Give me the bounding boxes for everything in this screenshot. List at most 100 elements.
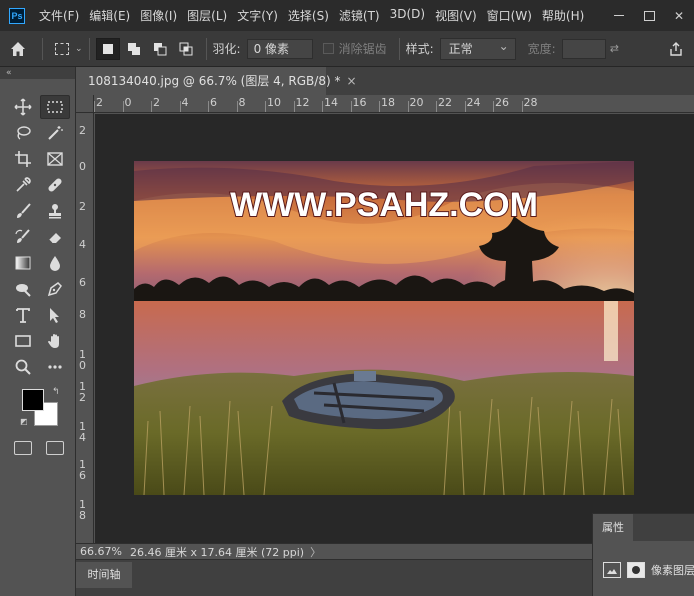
- ruler-label: 1 8: [79, 498, 86, 522]
- feather-input[interactable]: 0 像素: [246, 38, 313, 59]
- menu-item[interactable]: 视图(V): [431, 7, 481, 24]
- zoom-level[interactable]: 66.67%: [76, 545, 126, 558]
- ruler-tick: [265, 101, 266, 112]
- color-swatches: ↰ ◩: [20, 387, 64, 431]
- menu-item[interactable]: 图像(I): [136, 7, 181, 24]
- ruler-tick: [208, 101, 209, 112]
- maximize-button[interactable]: [634, 4, 664, 28]
- home-button[interactable]: [0, 31, 36, 67]
- hand-icon[interactable]: [40, 329, 70, 353]
- horizontal-ruler[interactable]: 2 0 2 4 6 8 10 12 14 16 18 20 22 24 26 28: [94, 95, 694, 113]
- ruler-label: 10: [267, 96, 281, 109]
- share-button[interactable]: [666, 39, 686, 59]
- properties-tab[interactable]: 属性: [593, 514, 633, 541]
- rectangle-icon[interactable]: [8, 329, 38, 353]
- menu-item[interactable]: 编辑(E): [85, 7, 134, 24]
- intersect-selection-icon: [179, 42, 193, 55]
- crop-icon[interactable]: [8, 147, 38, 171]
- eraser-icon[interactable]: [40, 225, 70, 249]
- default-colors-icon[interactable]: ◩: [20, 417, 28, 426]
- healing-icon[interactable]: [40, 173, 70, 197]
- close-tab-icon[interactable]: ×: [346, 74, 356, 88]
- move-icon[interactable]: [8, 95, 38, 119]
- timeline-tab[interactable]: 时间轴: [76, 562, 132, 588]
- ruler-tick: [122, 101, 124, 112]
- timeline-panel: 时间轴: [76, 559, 592, 596]
- swap-dimensions-icon[interactable]: ⇄: [610, 42, 619, 55]
- history-brush-icon[interactable]: [8, 225, 38, 249]
- subtract-selection-button[interactable]: [148, 38, 172, 60]
- menu-item[interactable]: 文件(F): [35, 7, 83, 24]
- ruler-label: 4: [79, 238, 86, 251]
- ruler-label: 1 0: [79, 348, 86, 372]
- ruler-corner[interactable]: [76, 95, 94, 113]
- collapse-toolbar-button[interactable]: «: [0, 67, 75, 79]
- eyedropper-icon[interactable]: [8, 173, 38, 197]
- canvas-image[interactable]: WWW.PSAHZ.COM: [134, 161, 634, 495]
- gradient-icon[interactable]: [8, 251, 38, 275]
- brush-icon[interactable]: [8, 199, 38, 223]
- ruler-tick: [436, 101, 437, 112]
- marquee-icon[interactable]: [40, 95, 70, 119]
- menu-item[interactable]: 图层(L): [183, 7, 231, 24]
- screen-mode-icon[interactable]: [46, 441, 64, 455]
- menu-item[interactable]: 滤镜(T): [335, 7, 384, 24]
- document-tab-bar: 108134040.jpg @ 66.7% (图层 4, RGB/8) * ×: [76, 67, 694, 95]
- more-icon[interactable]: [40, 355, 70, 379]
- ruler-label: 4: [181, 96, 189, 109]
- add-selection-button[interactable]: [122, 38, 146, 60]
- menu-item[interactable]: 选择(S): [284, 7, 333, 24]
- subtract-selection-icon: [153, 42, 167, 55]
- mask-icon[interactable]: [627, 562, 645, 578]
- type-icon[interactable]: [8, 303, 38, 327]
- ruler-tick: [407, 101, 409, 112]
- menu-items: 文件(F) 编辑(E) 图像(I) 图层(L) 文字(Y) 选择(S) 滤镜(T) 3D(D)…: [35, 7, 590, 24]
- properties-panel: 属性 像素图层: [592, 513, 694, 596]
- antialias-checkbox[interactable]: [322, 43, 334, 54]
- ruler-label: 8: [238, 96, 246, 109]
- bottom-tools: [14, 441, 64, 455]
- pixel-layer-icon[interactable]: [603, 562, 621, 578]
- ruler-tick: [236, 101, 238, 112]
- separator: [205, 37, 207, 60]
- document-tab[interactable]: 108134040.jpg @ 66.7% (图层 4, RGB/8) * ×: [76, 67, 357, 95]
- stamp-icon[interactable]: [40, 199, 70, 223]
- tool-preset-picker[interactable]: ⌄: [55, 42, 83, 55]
- dodge-icon[interactable]: [8, 277, 38, 301]
- pen-icon[interactable]: [40, 277, 70, 301]
- window-controls: ✕: [604, 0, 694, 31]
- minimize-button[interactable]: [604, 4, 634, 28]
- foreground-color-swatch[interactable]: [22, 389, 44, 411]
- ruler-label: 1 2: [79, 380, 86, 404]
- menu-item[interactable]: 帮助(H): [538, 7, 588, 24]
- ruler-label: 2: [79, 124, 86, 137]
- new-selection-button[interactable]: [95, 37, 120, 60]
- path-select-icon[interactable]: [40, 303, 70, 327]
- ruler-label: 12: [295, 96, 310, 109]
- photoshop-logo[interactable]: Ps: [9, 7, 25, 24]
- swap-colors-icon[interactable]: ↰: [52, 387, 60, 397]
- separator: [398, 37, 400, 60]
- lasso-icon[interactable]: [8, 121, 38, 145]
- chevron-down-icon: ⌄: [75, 43, 83, 54]
- properties-row: 像素图层: [603, 562, 694, 578]
- intersect-selection-button[interactable]: [174, 38, 198, 60]
- close-button[interactable]: ✕: [664, 4, 694, 28]
- ruler-label: 16: [352, 96, 367, 109]
- menu-item[interactable]: 3D(D): [386, 7, 429, 24]
- vertical-ruler[interactable]: 2 0 2 4 6 8 1 0 1 2 1 4 1 6 1 8: [76, 113, 94, 543]
- status-menu-arrow[interactable]: 〉: [310, 544, 321, 560]
- menu-item[interactable]: 窗口(W): [483, 7, 536, 24]
- frame-icon[interactable]: [40, 147, 70, 171]
- options-bar: ⌄ 羽化: 0 像素 消除锯齿 样式: 正常 宽度: ⇄: [0, 31, 694, 67]
- document-tab-title: 108134040.jpg @ 66.7% (图层 4, RGB/8) *: [88, 74, 341, 88]
- blur-icon[interactable]: [40, 251, 70, 275]
- antialias-label: 消除锯齿: [338, 42, 387, 56]
- zoom-icon[interactable]: [8, 355, 38, 379]
- magic-wand-icon[interactable]: [40, 121, 70, 145]
- width-input[interactable]: [561, 38, 606, 59]
- quick-mask-icon[interactable]: [14, 441, 32, 455]
- home-icon: [11, 41, 25, 56]
- style-select[interactable]: 正常: [439, 36, 516, 60]
- menu-item[interactable]: 文字(Y): [233, 7, 282, 24]
